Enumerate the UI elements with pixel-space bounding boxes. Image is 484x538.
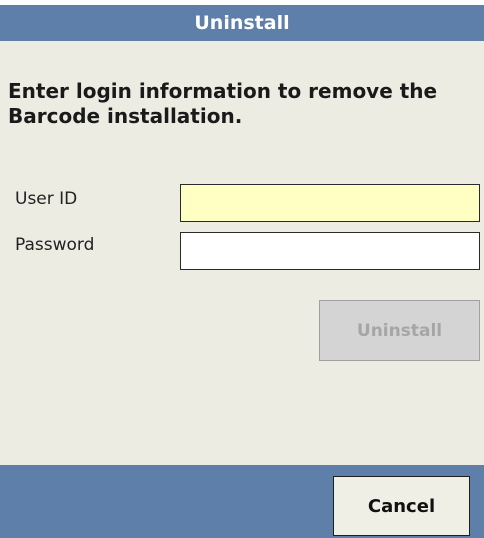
password-field[interactable] [180, 232, 480, 270]
password-label: Password [15, 235, 95, 255]
title-bar: Uninstall [0, 5, 484, 41]
instruction-line-2: Barcode installation. [8, 104, 243, 128]
uninstall-screen: Uninstall Enter login information to rem… [0, 0, 484, 538]
instruction-text: Enter login information to remove the Ba… [8, 79, 482, 129]
user-id-field[interactable] [180, 184, 480, 222]
footer-bar: Cancel [0, 465, 484, 538]
cancel-button[interactable]: Cancel [333, 476, 470, 536]
page-title: Uninstall [194, 12, 290, 34]
uninstall-button[interactable]: Uninstall [319, 300, 480, 361]
user-id-label: User ID [15, 189, 78, 209]
instruction-line-1: Enter login information to remove the [8, 79, 438, 103]
dialog-body: Enter login information to remove the Ba… [0, 41, 484, 465]
